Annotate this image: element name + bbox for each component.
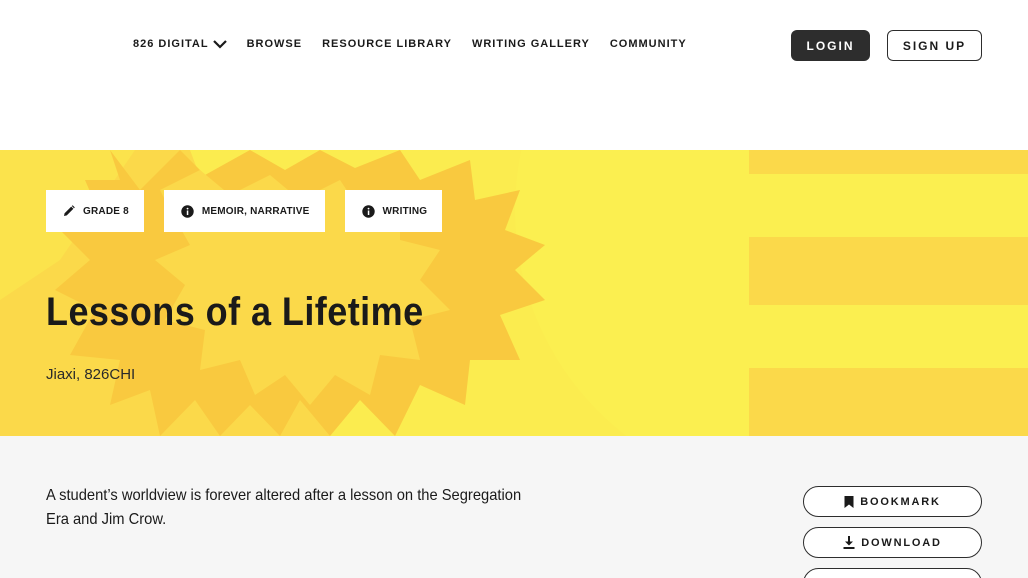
pencil-icon [64, 205, 75, 216]
bookmark-label: BOOKMARK [860, 495, 941, 508]
nav-item-label: BROWSE [246, 38, 303, 50]
sign-up-button[interactable]: SIGN UP [887, 30, 982, 61]
nav-item-label: WRITING GALLERY [471, 38, 590, 50]
site-header: 826 DIGITAL BROWSE RESOURCE LIBRARY WRIT… [0, 0, 1028, 150]
info-icon [361, 204, 375, 218]
download-icon [843, 536, 855, 549]
nav-item-label: RESOURCE LIBRARY [322, 38, 452, 50]
info-icon [181, 204, 194, 218]
more-action-button[interactable] [803, 568, 982, 578]
tag-genre[interactable]: MEMOIR, NARRATIVE [163, 190, 325, 232]
login-button[interactable]: LOGIN [791, 30, 870, 61]
nav-item-label: 826 DIGITAL [133, 38, 209, 50]
author-byline: Jiaxi, 826CHI [46, 366, 136, 383]
tag-grade[interactable]: GRADE 8 [46, 190, 144, 232]
tag-list: GRADE 8 MEMOIR, NARRATIVE WRITING [46, 190, 462, 232]
download-label: DOWNLOAD [861, 536, 942, 549]
chevron-down-icon [212, 40, 227, 49]
page-title: Lessons of a Lifetime [46, 290, 424, 334]
main-nav: 826 DIGITAL BROWSE RESOURCE LIBRARY WRIT… [133, 38, 707, 50]
nav-item-community[interactable]: COMMUNITY [610, 38, 687, 50]
bookmark-icon [844, 495, 854, 508]
nav-item-826-digital[interactable]: 826 DIGITAL [133, 38, 227, 50]
nav-item-label: COMMUNITY [609, 38, 687, 50]
content-area: A student’s worldview is forever altered… [0, 436, 1028, 578]
tag-label: WRITING [382, 205, 428, 217]
tag-type[interactable]: WRITING [344, 190, 443, 232]
story-summary: A student’s worldview is forever altered… [46, 487, 522, 528]
tag-label: MEMOIR, NARRATIVE [201, 205, 310, 217]
bookmark-button[interactable]: BOOKMARK [803, 486, 982, 517]
tag-label: GRADE 8 [83, 205, 129, 217]
nav-item-browse[interactable]: BROWSE [247, 38, 303, 50]
nav-item-writing-gallery[interactable]: WRITING GALLERY [472, 38, 590, 50]
hero-banner: GRADE 8 MEMOIR, NARRATIVE WRITING Lesson… [0, 150, 1028, 436]
nav-item-resource-library[interactable]: RESOURCE LIBRARY [322, 38, 452, 50]
download-button[interactable]: DOWNLOAD [803, 527, 982, 558]
